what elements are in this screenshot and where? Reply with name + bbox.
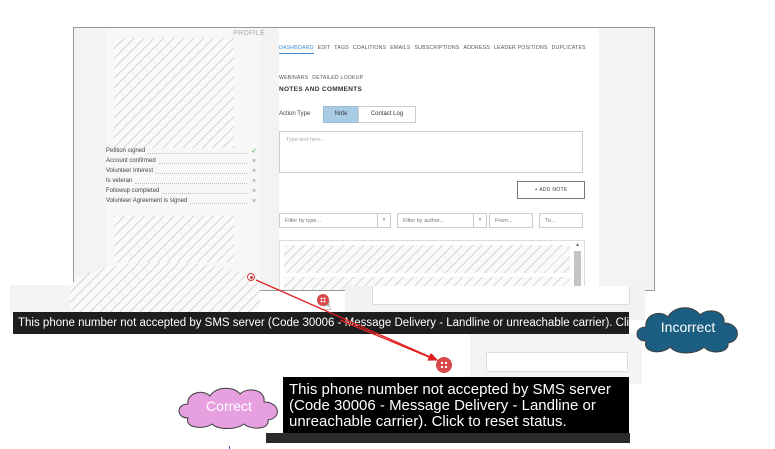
arrow-to-tooltip bbox=[255, 279, 439, 361]
annotation-arrows bbox=[255, 279, 439, 361]
arrow-to-tooltip bbox=[339, 319, 438, 361]
